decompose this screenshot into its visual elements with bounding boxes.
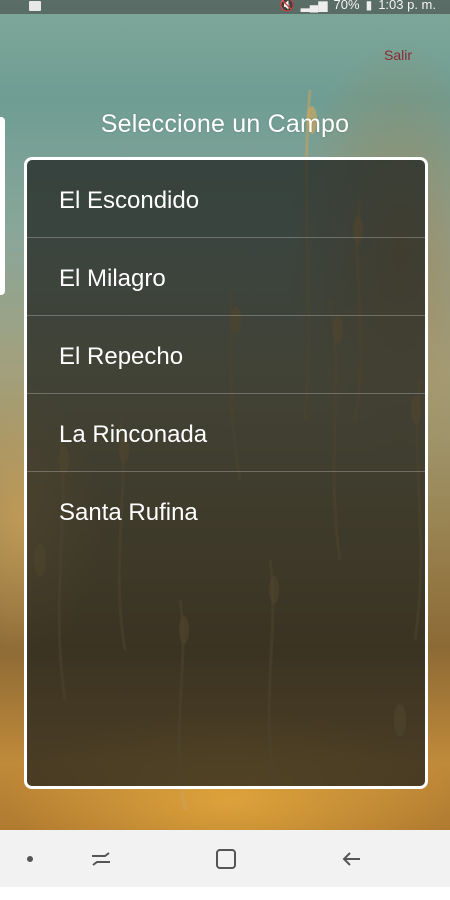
logout-link[interactable]: Salir [384,47,412,63]
field-list: El Escondido El Milagro El Repecho La Ri… [24,157,428,789]
mute-icon: 🔇 [279,0,295,12]
battery-icon: ▮ [365,0,373,12]
image-notification-icon [29,1,41,11]
back-icon[interactable] [338,845,366,873]
status-time: 1:03 p. m. [378,0,436,12]
field-list-item[interactable]: El Repecho [27,316,425,394]
field-list-item[interactable]: El Milagro [27,238,425,316]
recents-icon[interactable] [87,845,115,873]
field-item-label: El Repecho [59,343,184,370]
field-item-label: El Escondido [59,187,200,214]
field-item-label: La Rinconada [59,421,208,448]
field-list-item[interactable]: Santa Rufina [27,472,425,550]
drawer-edge-handle[interactable] [0,117,5,295]
nav-indicator-dot-icon [27,856,33,862]
field-list-item[interactable]: El Escondido [27,160,425,238]
page-title: Seleccione un Campo [100,110,350,138]
signal-icon: ▂▄▆ [300,0,328,12]
system-navigation-bar [0,830,450,887]
bottom-strip [0,887,450,900]
status-bar: 🔇 ▂▄▆ 70% ▮ 1:03 p. m. [0,0,450,14]
app-screen: 🔇 ▂▄▆ 70% ▮ 1:03 p. m. Salir Seleccione … [0,0,450,900]
field-item-label: Santa Rufina [59,499,198,526]
field-list-item[interactable]: La Rinconada [27,394,425,472]
home-icon[interactable] [212,845,240,873]
status-right-group: 🔇 ▂▄▆ 70% ▮ 1:03 p. m. [280,0,436,12]
battery-percent: 70% [333,0,360,12]
field-item-label: El Milagro [59,265,166,292]
